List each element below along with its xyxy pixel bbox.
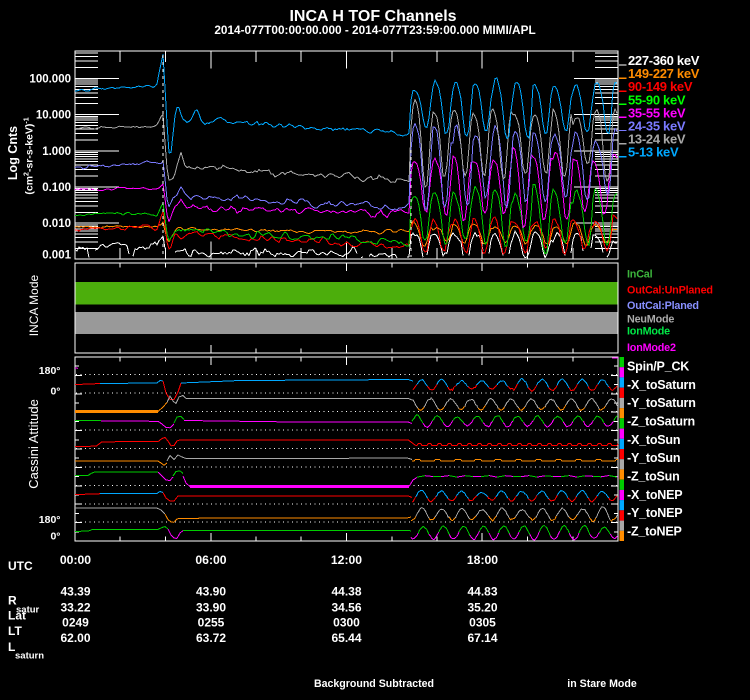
svg-text:-X_toSun: -X_toSun xyxy=(627,433,680,447)
svg-text:LT: LT xyxy=(8,624,22,638)
svg-text:UTC: UTC xyxy=(8,559,33,573)
svg-text:34.56: 34.56 xyxy=(331,601,361,615)
svg-text:5-13 keV: 5-13 keV xyxy=(628,145,679,160)
svg-text:0.010: 0.010 xyxy=(42,218,71,230)
svg-text:43.90: 43.90 xyxy=(196,585,226,599)
svg-text:Background Subtracted: Background Subtracted xyxy=(314,678,434,690)
svg-text:180°: 180° xyxy=(39,514,61,526)
svg-text:1.000: 1.000 xyxy=(42,146,71,158)
svg-text:-Y_toNEP: -Y_toNEP xyxy=(627,506,682,520)
svg-text:2014-077T00:00:00.000 - 2014-0: 2014-077T00:00:00.000 - 2014-077T23:59:0… xyxy=(214,23,535,37)
svg-text:-Y_toSaturn: -Y_toSaturn xyxy=(627,396,696,410)
svg-text:NeuMode: NeuMode xyxy=(627,313,674,325)
svg-text:Log Cnts: Log Cnts xyxy=(6,126,20,180)
svg-text:saturn: saturn xyxy=(15,651,44,662)
svg-text:67.14: 67.14 xyxy=(467,631,497,645)
svg-text:OutCal:Planed: OutCal:Planed xyxy=(627,300,699,312)
svg-text:INCA Mode: INCA Mode xyxy=(27,274,41,336)
svg-text:10.000: 10.000 xyxy=(36,110,71,122)
svg-text:in Stare Mode: in Stare Mode xyxy=(567,678,637,690)
svg-text:(cm2-sr-s-keV)-1: (cm2-sr-s-keV)-1 xyxy=(24,117,36,194)
svg-text:-Z_toSun: -Z_toSun xyxy=(627,469,680,483)
svg-text:InCal: InCal xyxy=(627,269,653,281)
svg-text:OutCal:UnPlaned: OutCal:UnPlaned xyxy=(627,285,713,297)
svg-text:0249: 0249 xyxy=(62,616,89,630)
svg-text:-Y_toSun: -Y_toSun xyxy=(627,451,680,465)
svg-text:IonMode: IonMode xyxy=(627,326,670,338)
svg-text:33.22: 33.22 xyxy=(60,601,90,615)
svg-text:Spin/P_CK: Spin/P_CK xyxy=(627,360,689,374)
svg-text:Lat: Lat xyxy=(8,609,26,623)
svg-text:18:00: 18:00 xyxy=(467,553,498,567)
svg-text:0305: 0305 xyxy=(469,616,496,630)
svg-text:0.001: 0.001 xyxy=(42,250,71,262)
svg-text:35.20: 35.20 xyxy=(467,601,497,615)
svg-text:33.90: 33.90 xyxy=(196,601,226,615)
svg-text:12:00: 12:00 xyxy=(331,553,362,567)
svg-text:0°: 0° xyxy=(50,530,60,542)
svg-text:43.39: 43.39 xyxy=(60,585,90,599)
svg-text:0300: 0300 xyxy=(333,616,360,630)
svg-text:06:00: 06:00 xyxy=(195,553,226,567)
svg-text:-Z_toNEP: -Z_toNEP xyxy=(627,524,682,538)
svg-text:0°: 0° xyxy=(50,385,60,397)
svg-text:-Z_toSaturn: -Z_toSaturn xyxy=(627,414,695,428)
svg-text:62.00: 62.00 xyxy=(60,631,90,645)
svg-text:00:00: 00:00 xyxy=(60,553,91,567)
svg-text:180°: 180° xyxy=(39,365,61,377)
svg-text:Cassini Attitude: Cassini Attitude xyxy=(26,399,41,489)
svg-text:63.72: 63.72 xyxy=(196,631,226,645)
svg-text:44.83: 44.83 xyxy=(467,585,497,599)
svg-text:0.100: 0.100 xyxy=(42,182,71,194)
svg-text:0255: 0255 xyxy=(198,616,225,630)
svg-text:IonMode2: IonMode2 xyxy=(627,342,676,354)
svg-text:100.000: 100.000 xyxy=(29,73,71,85)
svg-text:-X_toNEP: -X_toNEP xyxy=(627,488,682,502)
svg-text:-X_toSaturn: -X_toSaturn xyxy=(627,378,696,392)
svg-text:65.44: 65.44 xyxy=(331,631,361,645)
svg-text:44.38: 44.38 xyxy=(331,585,361,599)
